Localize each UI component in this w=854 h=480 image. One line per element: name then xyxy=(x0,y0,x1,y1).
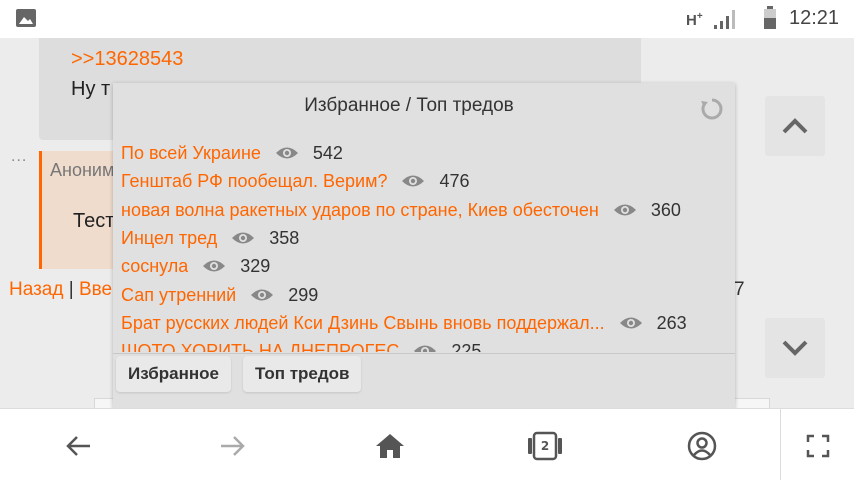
chevron-up-icon xyxy=(782,118,808,134)
eye-icon xyxy=(232,232,255,244)
home-icon xyxy=(376,434,404,458)
back-button[interactable] xyxy=(58,426,98,466)
thread-title[interactable]: Инцел тред xyxy=(121,228,217,249)
account-button[interactable] xyxy=(682,426,722,466)
image-icon xyxy=(16,9,36,27)
nav-separator: | xyxy=(68,279,74,300)
back-link[interactable]: Назад xyxy=(9,279,63,300)
next-link[interactable]: Вве xyxy=(79,279,112,300)
thread-title[interactable]: По всей Украине xyxy=(121,143,261,164)
signal-icon xyxy=(714,10,735,29)
favorites-popup: Избранное / Топ тредов По всей Украине 5… xyxy=(113,83,735,408)
thread-title[interactable]: новая волна ракетных ударов по стране, К… xyxy=(121,200,599,221)
arrow-right-icon xyxy=(221,436,245,456)
thread-row[interactable]: Брат русских людей Кси Дзинь Свынь вновь… xyxy=(121,309,687,337)
view-count: 225 xyxy=(451,340,482,353)
thread-row[interactable]: Генштаб РФ пообещал. Верим? 476 xyxy=(121,167,470,195)
view-count: 360 xyxy=(650,199,681,220)
view-count: 263 xyxy=(656,312,687,333)
thread-nav: Назад | Вве xyxy=(9,279,112,301)
view-count: 329 xyxy=(240,255,271,276)
home-button[interactable] xyxy=(370,426,410,466)
view-count: 299 xyxy=(288,284,319,305)
eye-icon xyxy=(414,345,437,352)
thread-row[interactable]: новая волна ракетных ударов по стране, К… xyxy=(121,196,681,224)
tab-top-threads[interactable]: Топ тредов xyxy=(243,356,362,392)
account-icon xyxy=(687,431,717,461)
thread-title[interactable]: Генштаб РФ пообещал. Верим? xyxy=(121,171,387,192)
status-bar: H+ 12:21 xyxy=(0,0,854,38)
post-text: Ну т xyxy=(71,78,111,100)
thread-row[interactable]: ШОТО ХОРИТЬ НА ДНЕПРОГЕС 225 xyxy=(121,337,481,352)
post-count: 7 xyxy=(734,279,745,300)
thread-title[interactable]: соснула xyxy=(121,256,188,277)
post-author: Аноним xyxy=(50,160,115,180)
thread-title[interactable]: ШОТО ХОРИТЬ НА ДНЕПРОГЕС xyxy=(121,341,399,353)
forward-button[interactable] xyxy=(213,426,253,466)
reply-link[interactable]: >>13628543 xyxy=(71,48,183,71)
toolbar-divider xyxy=(780,409,781,480)
post-text: Тест xyxy=(73,210,115,232)
eye-icon xyxy=(203,260,226,272)
scroll-up-button[interactable] xyxy=(765,96,825,156)
fullscreen-button[interactable] xyxy=(798,426,838,466)
battery-icon xyxy=(764,6,776,29)
eye-icon xyxy=(251,289,274,301)
tab-favorites[interactable]: Избранное xyxy=(116,356,231,392)
eye-icon xyxy=(275,147,298,159)
eye-icon xyxy=(402,175,425,187)
thread-title[interactable]: Брат русских людей Кси Дзинь Свынь вновь… xyxy=(121,313,605,334)
popup-tab-bar: Избранное Топ тредов xyxy=(113,353,735,393)
thread-title[interactable]: Сап утренний xyxy=(121,285,236,306)
thread-row[interactable]: Инцел тред 358 xyxy=(121,224,299,252)
popup-title: Избранное / Топ тредов xyxy=(304,95,514,116)
thread-row[interactable]: соснула 329 xyxy=(121,252,270,280)
clock: 12:21 xyxy=(789,7,840,29)
arrow-left-icon xyxy=(66,436,90,456)
view-count: 542 xyxy=(312,142,343,163)
eye-icon xyxy=(619,317,642,329)
view-count: 358 xyxy=(269,227,300,248)
scroll-down-button[interactable] xyxy=(765,318,825,378)
thread-row[interactable]: По всей Украине 542 xyxy=(121,139,343,167)
view-count: 476 xyxy=(439,170,470,191)
thread-list: По всей Украине 542 Генштаб РФ пообещал.… xyxy=(113,139,735,352)
fullscreen-icon xyxy=(806,434,830,458)
tabs-button[interactable]: 2 xyxy=(525,426,565,466)
tabs-count: 2 xyxy=(540,439,550,453)
browser-bottom-bar: 2 xyxy=(0,408,854,480)
refresh-icon[interactable] xyxy=(700,97,724,121)
network-type: H+ xyxy=(686,11,703,29)
eye-icon xyxy=(613,204,636,216)
thread-row[interactable]: Сап утренний 299 xyxy=(121,281,318,309)
post-menu-dots[interactable]: ... xyxy=(11,148,27,166)
chevron-down-icon xyxy=(782,340,808,356)
